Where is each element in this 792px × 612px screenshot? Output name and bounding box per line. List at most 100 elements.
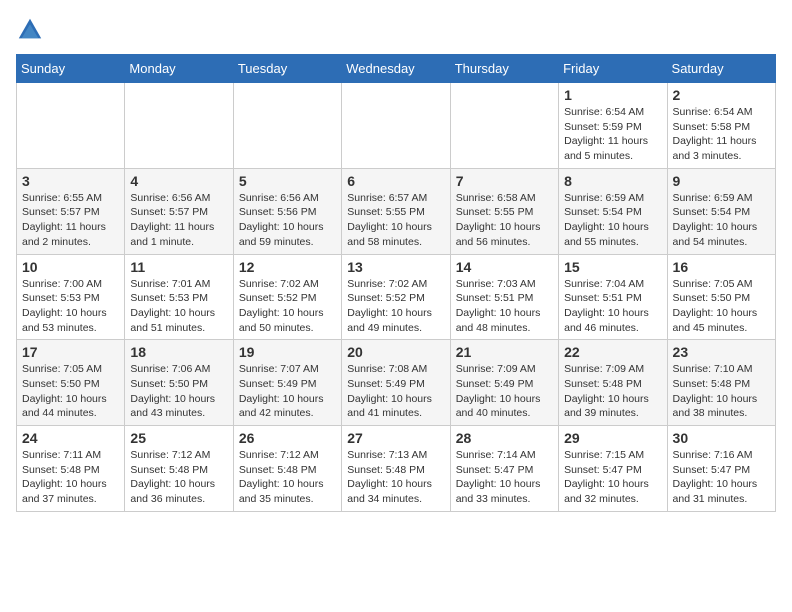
day-info: Sunrise: 7:12 AM Sunset: 5:48 PM Dayligh… [130,448,227,507]
day-number: 14 [456,259,553,275]
day-info: Sunrise: 7:10 AM Sunset: 5:48 PM Dayligh… [673,362,770,421]
day-info: Sunrise: 7:11 AM Sunset: 5:48 PM Dayligh… [22,448,119,507]
day-number: 20 [347,344,444,360]
day-number: 13 [347,259,444,275]
calendar-cell [125,83,233,169]
day-number: 27 [347,430,444,446]
calendar-cell: 16Sunrise: 7:05 AM Sunset: 5:50 PM Dayli… [667,254,775,340]
day-info: Sunrise: 7:16 AM Sunset: 5:47 PM Dayligh… [673,448,770,507]
day-of-week-header: Monday [125,55,233,83]
calendar-cell: 5 Sunrise: 6:56 AM Sunset: 5:56 PM Daylig… [233,168,341,254]
calendar-cell: 11 Sunrise: 7:01 AM Sunset: 5:53 PM Dayli… [125,254,233,340]
day-info: Sunrise: 6:54 AM Sunset: 5:58 PM Dayligh… [673,105,770,164]
day-number: 22 [564,344,661,360]
day-number: 11 [130,259,227,275]
day-info: Sunrise: 6:59 AM Sunset: 5:54 PM Dayligh… [673,191,770,250]
day-of-week-header: Friday [559,55,667,83]
day-info: Sunrise: 7:15 AM Sunset: 5:47 PM Dayligh… [564,448,661,507]
day-info: Sunrise: 7:07 AM Sunset: 5:49 PM Dayligh… [239,362,336,421]
calendar-cell: 25 Sunrise: 7:12 AM Sunset: 5:48 PM Dayli… [125,426,233,512]
day-info: Sunrise: 6:55 AM Sunset: 5:57 PM Dayligh… [22,191,119,250]
calendar-week-row: 3 Sunrise: 6:55 AM Sunset: 5:57 PM Daylig… [17,168,776,254]
page-header [16,16,776,44]
calendar-cell: 7 Sunrise: 6:58 AM Sunset: 5:55 PM Daylig… [450,168,558,254]
calendar-cell: 28 Sunrise: 7:14 AM Sunset: 5:47 PM Dayli… [450,426,558,512]
day-info: Sunrise: 7:05 AM Sunset: 5:50 PM Dayligh… [673,277,770,336]
day-of-week-header: Saturday [667,55,775,83]
day-number: 4 [130,173,227,189]
calendar-cell: 22 Sunrise: 7:09 AM Sunset: 5:48 PM Dayli… [559,340,667,426]
day-info: Sunrise: 7:06 AM Sunset: 5:50 PM Dayligh… [130,362,227,421]
logo-icon [16,16,44,44]
day-info: Sunrise: 6:57 AM Sunset: 5:55 PM Dayligh… [347,191,444,250]
day-info: Sunrise: 7:09 AM Sunset: 5:49 PM Dayligh… [456,362,553,421]
day-info: Sunrise: 7:05 AM Sunset: 5:50 PM Dayligh… [22,362,119,421]
day-number: 12 [239,259,336,275]
calendar-cell: 30 Sunrise: 7:16 AM Sunset: 5:47 PM Dayli… [667,426,775,512]
day-info: Sunrise: 7:08 AM Sunset: 5:49 PM Dayligh… [347,362,444,421]
calendar-cell: 1Sunrise: 6:54 AM Sunset: 5:59 PM Daylig… [559,83,667,169]
calendar-cell: 15 Sunrise: 7:04 AM Sunset: 5:51 PM Dayli… [559,254,667,340]
day-info: Sunrise: 6:56 AM Sunset: 5:56 PM Dayligh… [239,191,336,250]
calendar-cell: 2 Sunrise: 6:54 AM Sunset: 5:58 PM Daylig… [667,83,775,169]
day-number: 29 [564,430,661,446]
day-info: Sunrise: 7:03 AM Sunset: 5:51 PM Dayligh… [456,277,553,336]
day-number: 10 [22,259,119,275]
calendar-cell: 8Sunrise: 6:59 AM Sunset: 5:54 PM Daylig… [559,168,667,254]
calendar-week-row: 17 Sunrise: 7:05 AM Sunset: 5:50 PM Dayli… [17,340,776,426]
calendar-cell: 17 Sunrise: 7:05 AM Sunset: 5:50 PM Dayli… [17,340,125,426]
calendar-cell: 27 Sunrise: 7:13 AM Sunset: 5:48 PM Dayli… [342,426,450,512]
day-info: Sunrise: 7:01 AM Sunset: 5:53 PM Dayligh… [130,277,227,336]
calendar-cell: 14 Sunrise: 7:03 AM Sunset: 5:51 PM Dayli… [450,254,558,340]
day-number: 24 [22,430,119,446]
calendar-cell: 3 Sunrise: 6:55 AM Sunset: 5:57 PM Daylig… [17,168,125,254]
day-number: 18 [130,344,227,360]
calendar-cell: 26Sunrise: 7:12 AM Sunset: 5:48 PM Dayli… [233,426,341,512]
calendar-week-row: 10 Sunrise: 7:00 AM Sunset: 5:53 PM Dayli… [17,254,776,340]
day-number: 9 [673,173,770,189]
day-info: Sunrise: 6:56 AM Sunset: 5:57 PM Dayligh… [130,191,227,250]
calendar-table: SundayMondayTuesdayWednesdayThursdayFrid… [16,54,776,512]
calendar-cell: 24 Sunrise: 7:11 AM Sunset: 5:48 PM Dayli… [17,426,125,512]
day-number: 2 [673,87,770,103]
calendar-week-row: 1Sunrise: 6:54 AM Sunset: 5:59 PM Daylig… [17,83,776,169]
day-of-week-header: Wednesday [342,55,450,83]
day-of-week-header: Sunday [17,55,125,83]
calendar-cell [342,83,450,169]
day-number: 1 [564,87,661,103]
day-info: Sunrise: 7:13 AM Sunset: 5:48 PM Dayligh… [347,448,444,507]
day-info: Sunrise: 7:09 AM Sunset: 5:48 PM Dayligh… [564,362,661,421]
day-info: Sunrise: 7:02 AM Sunset: 5:52 PM Dayligh… [347,277,444,336]
day-info: Sunrise: 7:04 AM Sunset: 5:51 PM Dayligh… [564,277,661,336]
calendar-cell: 13 Sunrise: 7:02 AM Sunset: 5:52 PM Dayli… [342,254,450,340]
day-number: 15 [564,259,661,275]
day-number: 30 [673,430,770,446]
day-number: 5 [239,173,336,189]
day-info: Sunrise: 7:00 AM Sunset: 5:53 PM Dayligh… [22,277,119,336]
day-number: 21 [456,344,553,360]
calendar-cell [233,83,341,169]
day-number: 25 [130,430,227,446]
day-number: 17 [22,344,119,360]
day-number: 6 [347,173,444,189]
day-info: Sunrise: 7:02 AM Sunset: 5:52 PM Dayligh… [239,277,336,336]
day-number: 28 [456,430,553,446]
day-info: Sunrise: 7:12 AM Sunset: 5:48 PM Dayligh… [239,448,336,507]
calendar-cell: 18 Sunrise: 7:06 AM Sunset: 5:50 PM Dayli… [125,340,233,426]
day-number: 19 [239,344,336,360]
calendar-cell: 23Sunrise: 7:10 AM Sunset: 5:48 PM Dayli… [667,340,775,426]
day-number: 7 [456,173,553,189]
calendar-week-row: 24 Sunrise: 7:11 AM Sunset: 5:48 PM Dayli… [17,426,776,512]
day-info: Sunrise: 6:58 AM Sunset: 5:55 PM Dayligh… [456,191,553,250]
calendar-cell: 6 Sunrise: 6:57 AM Sunset: 5:55 PM Daylig… [342,168,450,254]
day-number: 3 [22,173,119,189]
calendar-cell: 10 Sunrise: 7:00 AM Sunset: 5:53 PM Dayli… [17,254,125,340]
day-of-week-header: Tuesday [233,55,341,83]
day-of-week-header: Thursday [450,55,558,83]
logo [16,16,48,44]
day-info: Sunrise: 7:14 AM Sunset: 5:47 PM Dayligh… [456,448,553,507]
day-number: 8 [564,173,661,189]
calendar-cell: 12 Sunrise: 7:02 AM Sunset: 5:52 PM Dayli… [233,254,341,340]
calendar-cell: 9 Sunrise: 6:59 AM Sunset: 5:54 PM Daylig… [667,168,775,254]
calendar-cell: 20 Sunrise: 7:08 AM Sunset: 5:49 PM Dayli… [342,340,450,426]
